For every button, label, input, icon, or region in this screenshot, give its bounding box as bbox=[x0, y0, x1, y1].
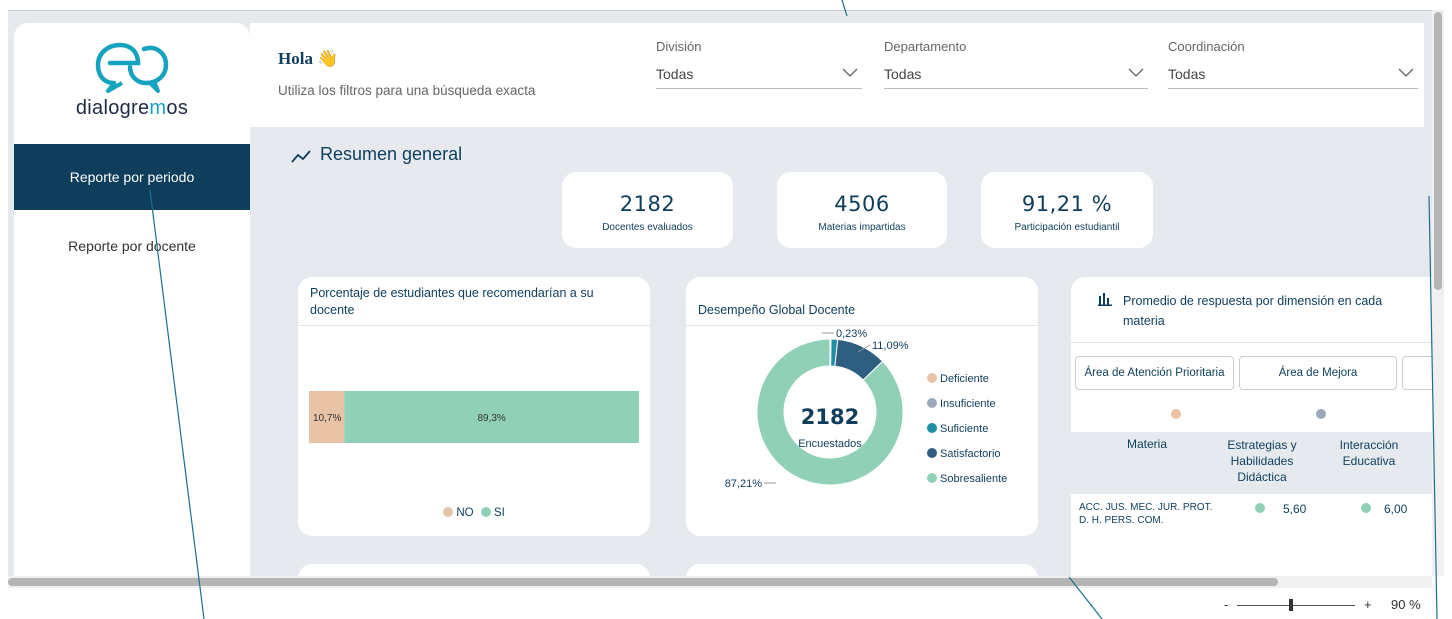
sidebar-item-reporte-periodo[interactable]: Reporte por periodo bbox=[14, 144, 250, 210]
card-divider bbox=[1071, 342, 1432, 343]
filter-division: División Todas bbox=[656, 39, 862, 89]
global-performance-card: Desempeño Global Docente 0,23% 11,09% 87,2… bbox=[686, 277, 1038, 536]
chart-legend: NO SI bbox=[298, 507, 650, 519]
table-row[interactable]: ACC. JUS. MEC. JUR. PROT. D. H. PERS. CO… bbox=[1071, 496, 1432, 536]
filter-departamento: Departamento Todas bbox=[884, 39, 1148, 89]
legend-item-satisfactorio: Satisfactorio bbox=[927, 448, 1001, 460]
recommend-card: Porcentaje de estudiantes que recomendar… bbox=[298, 277, 650, 536]
score-dot bbox=[1255, 503, 1265, 513]
legend-item-sobresaliente: Sobresaliente bbox=[927, 473, 1007, 485]
column-header-materia: Materia bbox=[1126, 437, 1167, 451]
filter-label: Departamento bbox=[884, 39, 967, 54]
kpi-value: 2182 bbox=[619, 192, 676, 216]
zoom-in-button[interactable]: + bbox=[1364, 597, 1372, 612]
table-header: Materia Estrategias y Habilidades Didáct… bbox=[1071, 432, 1432, 494]
bar-chart-icon bbox=[1098, 293, 1112, 306]
legend-dot-mejora bbox=[1316, 409, 1326, 419]
filter-value: Todas bbox=[884, 66, 922, 82]
section-title-text: Resumen general bbox=[320, 144, 463, 164]
filter-label: División bbox=[656, 39, 702, 54]
brand-logo[interactable]: dialogremos bbox=[14, 39, 250, 129]
row-value-interaccion: 6,00 bbox=[1384, 502, 1408, 516]
kpi-participacion-estudiantil: 91,21 % Participación estudiantil bbox=[981, 172, 1153, 248]
trend-line-icon bbox=[291, 150, 311, 163]
greeting: Hola 👋 bbox=[278, 49, 339, 68]
kpi-docentes-evaluados: 2182 Docentes evaluados bbox=[562, 172, 733, 248]
card-title: Porcentaje de estudiantes que recomendar… bbox=[310, 286, 594, 317]
logo-text: dialogremos bbox=[75, 97, 189, 119]
legend-item-insuficiente: Insuficiente bbox=[927, 398, 996, 410]
bar-data-label: 10,7% bbox=[313, 413, 341, 424]
chevron-down-icon bbox=[1398, 68, 1414, 77]
coordinacion-select[interactable]: Todas bbox=[1168, 60, 1418, 89]
donut-data-label: 0,23% bbox=[836, 328, 867, 340]
sidebar: dialogremos Reporte por periodo Reporte … bbox=[14, 23, 250, 583]
kpi-materias-impartidas: 4506 Materias impartidas bbox=[777, 172, 947, 248]
filter-coordinacion: Coordinación Todas bbox=[1168, 39, 1418, 89]
card-title: Desempeño Global Docente bbox=[698, 303, 856, 317]
card-title: Promedio de respuesta por dimensión en c… bbox=[1123, 294, 1383, 328]
kpi-label: Docentes evaluados bbox=[602, 222, 693, 233]
row-materia: ACC. JUS. MEC. JUR. PROT. D. H. PERS. CO… bbox=[1079, 502, 1213, 526]
row-value-estrategias: 5,60 bbox=[1283, 502, 1307, 516]
division-select[interactable]: Todas bbox=[656, 60, 862, 89]
chevron-down-icon bbox=[842, 68, 858, 77]
section-title: Resumen general bbox=[290, 144, 462, 165]
header-bar: Hola 👋 Utiliza los filtros para una búsq… bbox=[250, 23, 1424, 127]
zoom-slider-thumb[interactable] bbox=[1289, 599, 1293, 611]
logo-icon bbox=[95, 42, 169, 93]
legend-label-si: SI bbox=[493, 507, 505, 519]
filter-pill-area-mejora[interactable]: Área de Mejora bbox=[1239, 356, 1397, 390]
zoom-out-button[interactable]: - bbox=[1224, 597, 1228, 612]
card-divider bbox=[298, 325, 650, 326]
zoom-slider[interactable] bbox=[1237, 605, 1355, 606]
legend-label-no: NO bbox=[456, 507, 474, 519]
legend-dot-atencion bbox=[1171, 409, 1181, 419]
filter-pill-atencion-prioritaria[interactable]: Área de Atención Prioritaria bbox=[1075, 356, 1234, 390]
vertical-scrollbar-thumb[interactable] bbox=[1434, 12, 1442, 290]
recommend-bar-chart: 10,7% 89,3% bbox=[309, 391, 639, 443]
sidebar-item-label: Reporte por docente bbox=[68, 238, 196, 254]
filter-label: Coordinación bbox=[1168, 39, 1245, 54]
sidebar-item-label: Reporte por periodo bbox=[69, 169, 195, 185]
filter-value: Todas bbox=[1168, 66, 1206, 82]
donut-data-label: 87,21% bbox=[725, 478, 763, 490]
kpi-label: Materias impartidas bbox=[818, 222, 906, 233]
greeting-subtitle: Utiliza los filtros para una búsqueda ex… bbox=[278, 83, 536, 98]
column-header-interaccion: Interacción Educativa bbox=[1339, 438, 1399, 468]
column-header-estrategias: Estrategias y Habilidades Didáctica bbox=[1227, 438, 1297, 484]
legend-item-deficiente: Deficiente bbox=[927, 373, 989, 385]
kpi-value: 4506 bbox=[834, 192, 890, 216]
horizontal-scrollbar-thumb[interactable] bbox=[8, 578, 1278, 586]
legend-dot-no bbox=[443, 507, 454, 517]
score-dot bbox=[1361, 503, 1371, 513]
legend-dot-si bbox=[480, 507, 491, 517]
status-bar bbox=[0, 586, 1452, 619]
kpi-value: 91,21 % bbox=[1021, 192, 1113, 216]
donut-center-value: 2182 bbox=[800, 405, 860, 429]
donut-data-label: 11,09% bbox=[872, 340, 909, 352]
sidebar-item-reporte-docente[interactable]: Reporte por docente bbox=[14, 213, 250, 279]
kpi-label: Participación estudiantil bbox=[1014, 222, 1120, 233]
donut-center-label: Encuestados bbox=[798, 438, 862, 450]
chevron-down-icon bbox=[1128, 68, 1144, 77]
legend-item-suficiente: Suficiente bbox=[927, 423, 988, 435]
departamento-select[interactable]: Todas bbox=[884, 60, 1148, 89]
donut-legend: Deficiente Insuficiente Suficiente Satis… bbox=[927, 373, 1037, 493]
zoom-level: 90 % bbox=[1391, 597, 1421, 612]
bar-data-label: 89,3% bbox=[477, 413, 505, 424]
filter-value: Todas bbox=[656, 66, 694, 82]
